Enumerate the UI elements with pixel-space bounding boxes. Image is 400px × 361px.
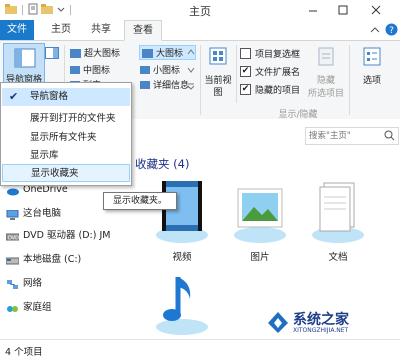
collapse-ribbon-icon[interactable] xyxy=(369,24,381,36)
divider xyxy=(236,45,237,103)
medium-icons-icon xyxy=(70,66,80,74)
watermark-url: XITONGZHIJIA.NET xyxy=(293,327,349,334)
hidden-items-label: 隐藏的项目 xyxy=(255,86,301,96)
close-button[interactable] xyxy=(368,2,384,18)
title-bar: 主页 xyxy=(0,0,400,20)
svg-text:?: ? xyxy=(389,26,394,36)
tab-home[interactable]: 主页 xyxy=(44,20,78,40)
pictures-folder-icon xyxy=(234,188,286,243)
item-checkboxes-checkbox[interactable] xyxy=(240,48,251,59)
tile-videos[interactable]: 视频 xyxy=(147,177,217,267)
watermark-text: 系统之家 xyxy=(293,312,349,328)
tab-share[interactable]: 共享 xyxy=(84,20,118,40)
check-icon: ✔ xyxy=(9,90,19,103)
tile-music[interactable]: 音乐 xyxy=(147,269,217,355)
divider xyxy=(349,45,350,115)
search-box[interactable] xyxy=(305,127,399,145)
tile-pictures[interactable]: 图片 xyxy=(225,177,295,267)
ribbon-tabs: 文件 主页 共享 查看 ? xyxy=(0,20,400,41)
options-button[interactable]: 选项 xyxy=(352,43,392,103)
details-icon xyxy=(140,81,150,89)
tile-documents[interactable]: 文档 xyxy=(303,177,373,267)
menu-item-show-favorites[interactable]: 显示收藏夹 xyxy=(2,164,130,182)
small-icons-icon xyxy=(140,66,150,74)
layout-scroll[interactable] xyxy=(187,46,195,91)
tooltip: 显示收藏夹。 xyxy=(103,192,177,210)
tile-documents-label: 文档 xyxy=(328,252,348,263)
cloud-icon xyxy=(6,185,19,195)
menu-item-expand-to-open-folder[interactable]: 展开到打开的文件夹 xyxy=(2,110,130,128)
maximize-button[interactable] xyxy=(335,2,351,18)
help-icon[interactable]: ? xyxy=(385,23,398,36)
navigation-pane-menu: ✔ 导航窗格 展开到打开的文件夹 显示所有文件夹 显示库 显示收藏夹 xyxy=(0,82,132,186)
dvd-drive-icon: DVD xyxy=(5,231,20,241)
computer-icon xyxy=(6,209,19,220)
options-label: 选项 xyxy=(362,76,381,86)
network-icon xyxy=(6,279,19,289)
tile-pictures-label: 图片 xyxy=(250,252,270,263)
videos-folder-icon xyxy=(156,181,208,243)
file-extensions-checkbox[interactable]: ✔ xyxy=(240,66,251,77)
layout-medium-icons[interactable]: 中图标 xyxy=(70,63,140,76)
file-extensions-label: 文件扩展名 xyxy=(255,68,301,78)
tab-view[interactable]: 查看 xyxy=(124,20,162,41)
sidebar-item-this-pc[interactable]: 这台电脑 xyxy=(6,205,61,223)
current-view-button[interactable]: 当前视图 xyxy=(203,43,233,103)
content-pane: 收藏夹 (4) 视频 图片 文档 xyxy=(135,119,400,355)
hidden-items-checkbox[interactable]: ✔ xyxy=(240,84,251,95)
extra-large-icons-icon xyxy=(70,48,81,58)
homegroup-icon xyxy=(6,303,19,313)
svg-text:DVD: DVD xyxy=(8,235,19,241)
hide-selected-label-1: 隐藏 xyxy=(316,76,335,86)
menu-item-navigation-pane[interactable]: ✔ 导航窗格 xyxy=(2,88,130,106)
watermark: 系统之家 XITONGZHIJIA.NET xyxy=(265,309,395,337)
menu-item-show-libraries[interactable]: 显示库 xyxy=(2,147,130,165)
watermark-logo-icon xyxy=(268,312,288,333)
layout-extra-large-icons[interactable]: 超大图标 xyxy=(70,46,140,59)
search-icon[interactable] xyxy=(384,130,395,141)
menu-item-show-all-folders[interactable]: 显示所有文件夹 xyxy=(2,129,130,147)
sidebar-item-network[interactable]: 网络 xyxy=(6,275,42,293)
minimize-button[interactable] xyxy=(305,2,321,18)
preview-pane-icon[interactable] xyxy=(45,47,59,59)
current-view-label: 当前视图 xyxy=(204,76,232,98)
tab-file[interactable]: 文件 xyxy=(0,20,34,40)
documents-folder-icon xyxy=(312,182,364,243)
hide-selected-button[interactable]: 隐藏 所选项目 xyxy=(306,43,346,103)
sidebar-item-dvd-drive[interactable]: DVD DVD 驱动器 (D:) JM xyxy=(5,227,110,245)
divider xyxy=(200,45,201,115)
hard-drive-icon xyxy=(5,255,20,265)
favorites-section-title: 收藏夹 (4) xyxy=(135,157,190,171)
status-bar: 4 个项目 xyxy=(0,339,400,361)
tile-videos-label: 视频 xyxy=(172,252,192,263)
large-icons-icon xyxy=(142,48,153,58)
sidebar-item-local-disk[interactable]: 本地磁盘 (C:) xyxy=(5,251,81,269)
item-count: 4 个项目 xyxy=(5,347,43,358)
search-input[interactable] xyxy=(309,129,379,142)
sidebar-item-homegroup[interactable]: 家庭组 xyxy=(6,299,52,317)
hide-selected-label-2: 所选项目 xyxy=(307,89,344,99)
music-folder-icon xyxy=(156,277,208,335)
item-checkboxes-label: 项目复选框 xyxy=(255,50,301,60)
